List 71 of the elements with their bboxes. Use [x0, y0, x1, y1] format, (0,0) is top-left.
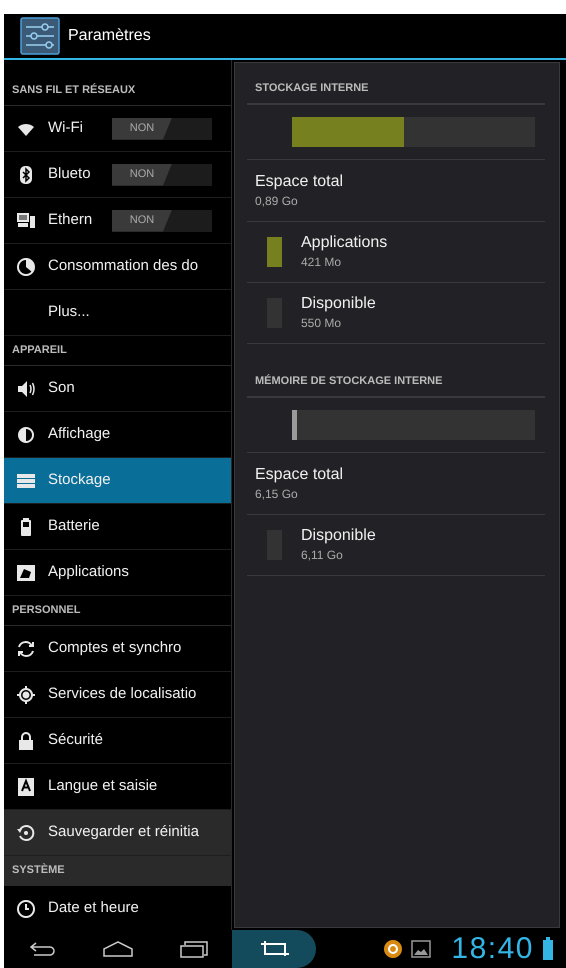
- switch-label: NON: [130, 121, 154, 136]
- clock-time: 18:40: [451, 934, 534, 964]
- lock-icon: [16, 730, 36, 750]
- sync-icon: [16, 638, 36, 658]
- legend-label: Disponible: [301, 294, 376, 314]
- item-label: Blueto: [48, 164, 92, 184]
- legend-value: 6,11 Go: [301, 547, 344, 564]
- settings-item[interactable]: Ethern NON: [4, 198, 231, 244]
- item-label: Plus...: [48, 302, 90, 322]
- settings-item[interactable]: Comptes et synchro: [4, 626, 231, 672]
- settings-item[interactable]: Applications: [4, 550, 231, 596]
- item-label: Consommation des do: [48, 256, 198, 276]
- item-label: Ethern: [48, 210, 94, 230]
- switch-label: NON: [130, 167, 154, 182]
- item-label: Affichage: [48, 424, 110, 444]
- speaker-icon: [16, 378, 36, 398]
- legend-label: Applications: [301, 233, 388, 253]
- section-header: PERSONNEL: [12, 603, 80, 618]
- item-label: Langue et saisie: [48, 776, 158, 796]
- image-icon[interactable]: [411, 939, 432, 959]
- back-arrow-icon: [28, 941, 56, 957]
- total-value: 6,15 Go: [255, 486, 299, 502]
- computers-icon: [16, 210, 36, 230]
- settings-app-icon: [20, 17, 60, 55]
- item-label: Date et heure: [48, 898, 139, 918]
- settings-item[interactable]: Sécurité: [4, 718, 231, 764]
- pie-chart-icon: [16, 256, 36, 276]
- legend-label: Disponible: [301, 526, 376, 546]
- screenshot-button[interactable]: [232, 930, 316, 968]
- toggle-switch[interactable]: NON: [112, 118, 212, 140]
- total-value: 0,89 Go: [255, 192, 299, 210]
- item-label: Batterie: [48, 516, 100, 536]
- section-title: STOCKAGE INTERNE: [255, 82, 368, 94]
- total-label: Espace total: [255, 464, 344, 484]
- item-label: Son: [48, 378, 75, 398]
- section-header: SANS FIL ET RÉSEAUX: [12, 82, 136, 98]
- item-label: Stockage: [48, 470, 111, 490]
- location-icon: [16, 684, 36, 704]
- settings-item[interactable]: Plus...: [4, 290, 231, 336]
- section-header: SYSTÈME: [12, 862, 65, 878]
- settings-item[interactable]: Sauvegarder et réinitia: [4, 810, 231, 856]
- notification-icon[interactable]: [383, 939, 404, 959]
- section-title: MÉMOIRE DE STOCKAGE INTERNE: [255, 375, 442, 387]
- settings-item[interactable]: Services de localisatio: [4, 672, 231, 718]
- settings-item[interactable]: Blueto NON: [4, 152, 231, 198]
- battery-icon: [542, 937, 554, 961]
- keyboard-letter-icon: [16, 776, 36, 796]
- item-label: Sauvegarder et réinitia: [48, 822, 199, 842]
- restore-icon: [16, 822, 36, 842]
- item-label: Services de localisatio: [48, 684, 196, 704]
- legend-value: 421 Mo: [301, 254, 342, 271]
- settings-item[interactable]: Son: [4, 366, 231, 412]
- switch-label: NON: [130, 213, 154, 228]
- home-icon: [102, 940, 134, 958]
- item-label: Comptes et synchro: [48, 638, 182, 658]
- settings-item[interactable]: Batterie: [4, 504, 231, 550]
- settings-item[interactable]: Wi-Fi NON: [4, 106, 231, 152]
- brightness-icon: [16, 424, 36, 444]
- legend-value: 550 Mo: [301, 315, 342, 332]
- toggle-switch[interactable]: NON: [112, 210, 212, 232]
- clock-icon: [16, 898, 36, 918]
- app-title: Paramètres: [68, 26, 151, 46]
- total-label: Espace total: [255, 172, 344, 192]
- item-label: Sécurité: [48, 730, 104, 750]
- recent-apps-icon: [179, 940, 209, 958]
- section-header: APPAREIL: [12, 343, 67, 358]
- settings-item[interactable]: Consommation des do: [4, 244, 231, 290]
- settings-item[interactable]: Stockage: [4, 458, 231, 504]
- item-label: Wi-Fi: [48, 118, 84, 138]
- item-label: Applications: [48, 562, 129, 582]
- toggle-switch[interactable]: NON: [112, 164, 212, 186]
